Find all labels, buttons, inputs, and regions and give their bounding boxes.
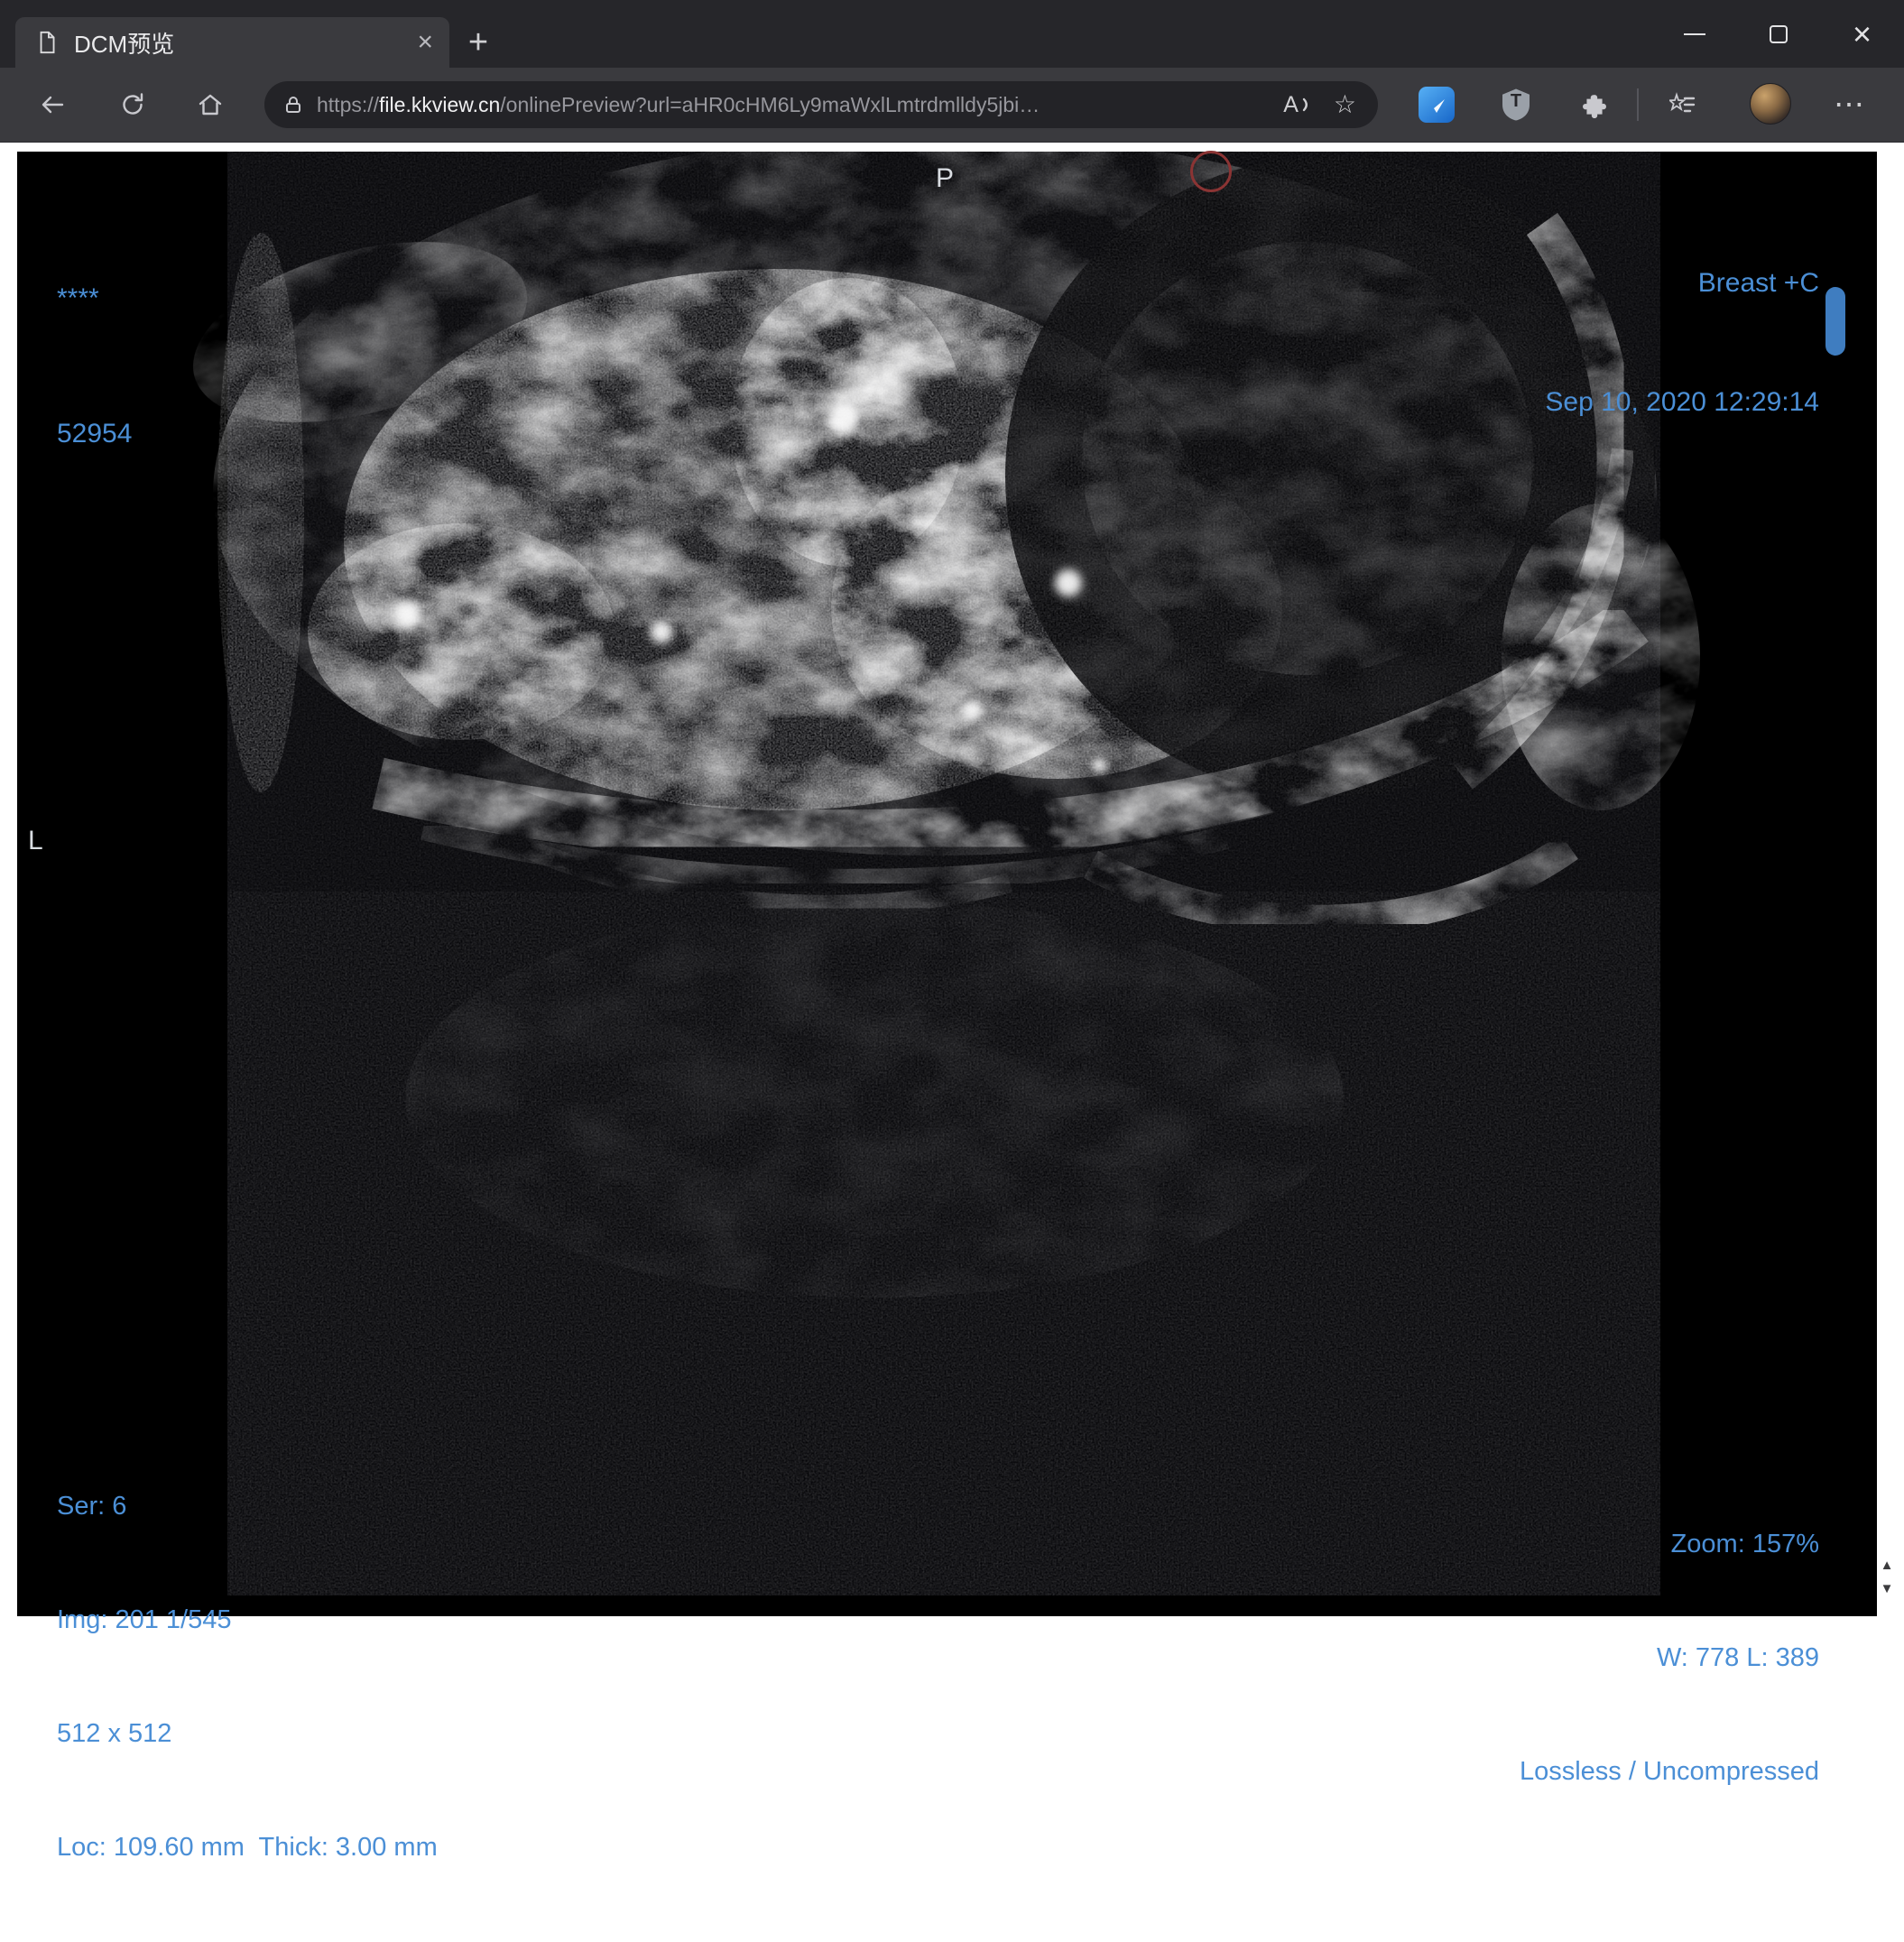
url-scheme: https:// (317, 92, 380, 116)
dicom-viewport[interactable]: **** 52954 P L Breast +C Sep 10, 2020 12… (17, 151, 1877, 1862)
minimize-icon (1683, 32, 1705, 35)
home-button[interactable] (190, 85, 230, 125)
read-aloud-wave-icon (1302, 97, 1308, 112)
toolbar-divider (1637, 88, 1639, 121)
minimize-button[interactable] (1652, 0, 1736, 68)
url-domain: file.kkview.cn (379, 92, 501, 116)
home-icon (199, 94, 222, 116)
url-text: https://file.kkview.cn/onlinePreview?url… (317, 93, 1040, 117)
tab-close-icon[interactable]: × (417, 29, 433, 56)
favorites-star-lines-icon (1669, 92, 1696, 113)
puzzle-icon (1583, 95, 1606, 119)
favorites-hub-button[interactable] (1665, 88, 1701, 124)
window-controls: × (1652, 0, 1904, 68)
profile-avatar[interactable] (1750, 83, 1791, 125)
close-icon: × (1852, 14, 1872, 52)
refresh-button[interactable] (113, 85, 153, 125)
maximize-button[interactable] (1736, 0, 1820, 68)
back-arrow-icon (42, 96, 64, 114)
study-description: Breast +C (1697, 268, 1819, 298)
matrix-size-label: 512 x 512 (57, 1719, 172, 1748)
blue-extension-icon[interactable] (1419, 87, 1455, 123)
compression-label: Lossless / Uncompressed (1519, 1757, 1819, 1786)
back-button[interactable] (32, 85, 72, 125)
page-content: **** 52954 P L Breast +C Sep 10, 2020 12… (0, 143, 1904, 1862)
window-level-label: W: 778 L: 389 (1656, 1643, 1819, 1672)
patient-number: 52954 (57, 419, 133, 449)
series-info-block: Ser: 6 Img: 201 1/545 512 x 512 Loc: 109… (57, 1411, 438, 1942)
navigation-toolbar: https://file.kkview.cn/onlinePreview?url… (0, 68, 1904, 143)
patient-id-masked: **** (57, 283, 99, 313)
image-index-label: Img: 201 1/545 (57, 1605, 232, 1634)
display-info-block: Zoom: 157% W: 778 L: 389 Lossless / Unco… (1520, 1449, 1819, 1866)
extensions-button[interactable] (1576, 88, 1613, 124)
scroll-down-button[interactable]: ▼ (1876, 1579, 1898, 1599)
close-window-button[interactable]: × (1820, 0, 1904, 68)
browser-tab[interactable]: DCM预览 × (15, 17, 449, 68)
series-label: Ser: 6 (57, 1492, 127, 1521)
zoom-label: Zoom: 157% (1670, 1530, 1819, 1558)
maximize-icon (1769, 24, 1788, 43)
url-path: /onlinePreview?url=aHR0cHM6Ly9maWxlLmtrd… (500, 92, 1040, 116)
address-bar[interactable]: https://file.kkview.cn/onlinePreview?url… (264, 81, 1378, 128)
annotation-circle[interactable] (1190, 151, 1232, 192)
page-favicon-icon (40, 31, 55, 54)
more-menu-button[interactable]: ⋯ (1829, 85, 1869, 125)
lock-icon (286, 97, 300, 113)
read-aloud-letter: A (1283, 91, 1299, 117)
add-favorite-star-icon[interactable]: ☆ (1334, 92, 1356, 117)
read-aloud-button[interactable]: A (1283, 92, 1312, 118)
shield-extension-icon[interactable]: T (1498, 87, 1534, 123)
refresh-icon (123, 93, 143, 115)
slice-scrollbar-thumb[interactable] (1825, 287, 1845, 356)
slice-location-label: Loc: 109.60 mm Thick: 3.00 mm (57, 1833, 438, 1862)
study-info-block: Breast +C Sep 10, 2020 12:29:14 (1545, 184, 1819, 502)
orientation-marker-left: L (28, 826, 43, 855)
new-tab-button[interactable]: + (459, 23, 497, 61)
shield-letter: T (1510, 91, 1522, 111)
orientation-marker-posterior: P (936, 163, 955, 193)
tab-strip: DCM预览 × + × (0, 0, 1904, 68)
tab-title: DCM预览 (74, 30, 175, 58)
study-datetime: Sep 10, 2020 12:29:14 (1545, 387, 1819, 417)
blue-extension-glyph-icon (1428, 99, 1445, 113)
patient-info-block: **** 52954 (57, 186, 132, 547)
scroll-up-button[interactable]: ▲ (1876, 1556, 1898, 1576)
